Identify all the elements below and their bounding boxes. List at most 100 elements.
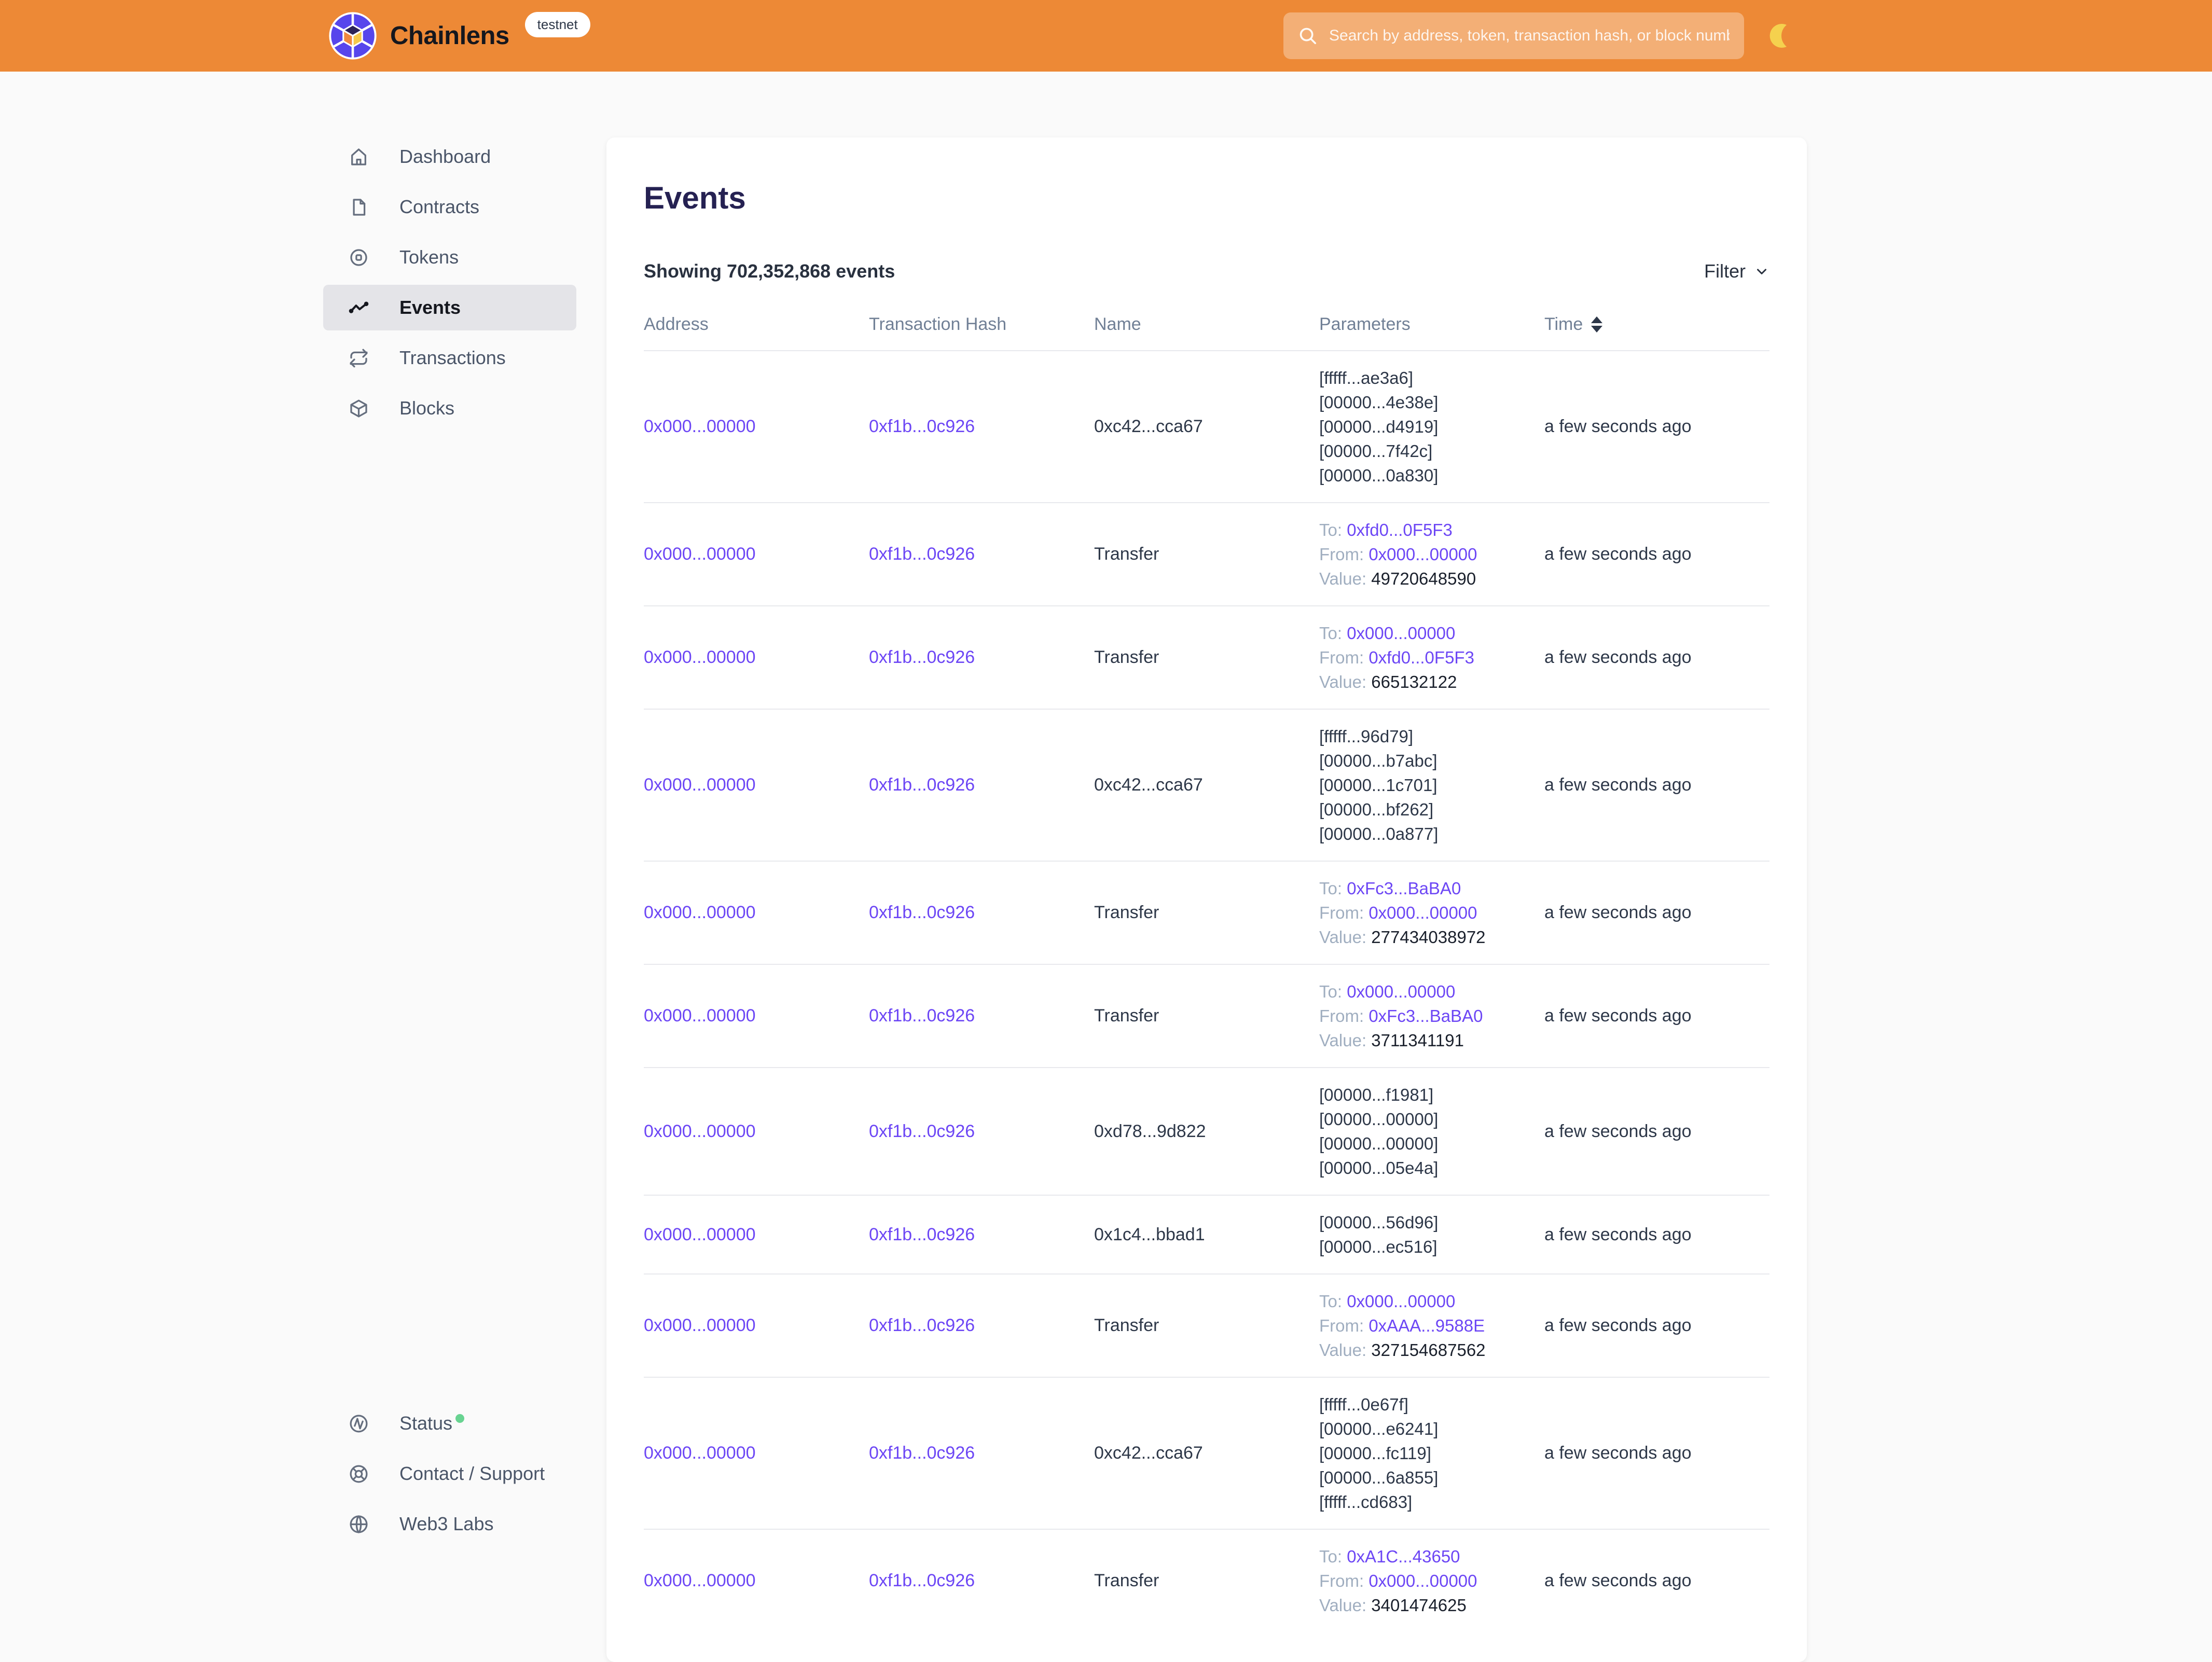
tx-hash-link[interactable]: 0xf1b...0c926 [869, 544, 975, 564]
dark-mode-toggle-moon-icon[interactable] [1768, 22, 1796, 50]
tx-hash-link[interactable]: 0xf1b...0c926 [869, 1225, 975, 1244]
home-icon [348, 146, 369, 168]
sidebar-item-tokens[interactable]: Tokens [323, 234, 576, 280]
param-address-link[interactable]: 0xFc3...BaBA0 [1347, 879, 1461, 898]
page-title: Events [644, 180, 1769, 216]
tx-hash-link[interactable]: 0xf1b...0c926 [869, 417, 975, 436]
event-name: Transfer [1094, 544, 1159, 564]
param-address-link[interactable]: 0x000...00000 [1368, 545, 1477, 564]
parameter-item: [00000...bf262] [1319, 797, 1534, 822]
parameter-line: Value: 327154687562 [1319, 1338, 1534, 1362]
address-link[interactable]: 0x000...00000 [644, 647, 756, 667]
sidebar-item-label: Status [399, 1412, 464, 1434]
parameters: To: 0x000...00000From: 0xfd0...0F5F3Valu… [1319, 621, 1534, 694]
sidebar-item-events[interactable]: Events [323, 285, 576, 330]
address-link[interactable]: 0x000...00000 [644, 1121, 756, 1141]
address-link[interactable]: 0x000...00000 [644, 1443, 756, 1463]
parameter-item: [00000...ec516] [1319, 1235, 1534, 1259]
param-value: 327154687562 [1371, 1340, 1485, 1360]
sidebar-item-contact-support[interactable]: Contact / Support [323, 1451, 576, 1497]
parameter-item: [00000...6a855] [1319, 1465, 1534, 1490]
param-address-link[interactable]: 0x000...00000 [1347, 1292, 1455, 1311]
param-address-link[interactable]: 0x000...00000 [1347, 982, 1455, 1001]
parameters: To: 0x000...00000From: 0xAAA...9588EValu… [1319, 1289, 1534, 1362]
repeat-icon [348, 348, 369, 369]
event-name: Transfer [1094, 647, 1159, 667]
parameter-item: [fffff...0e67f] [1319, 1392, 1534, 1417]
param-address-link[interactable]: 0x000...00000 [1347, 624, 1455, 643]
table-row: 0x000...00000 0xf1b...0c926 Transfer To:… [644, 964, 1769, 1068]
parameter-line: From: 0xfd0...0F5F3 [1319, 645, 1534, 670]
address-link[interactable]: 0x000...00000 [644, 417, 756, 436]
parameters: [fffff...0e67f][00000...e6241][00000...f… [1319, 1392, 1534, 1514]
sidebar-item-label: Contracts [399, 196, 479, 218]
address-link[interactable]: 0x000...00000 [644, 1315, 756, 1335]
parameter-line: To: 0x000...00000 [1319, 1289, 1534, 1313]
param-address-link[interactable]: 0x000...00000 [1368, 903, 1477, 922]
time-ago: a few seconds ago [1544, 775, 1692, 795]
parameter-line: To: 0xA1C...43650 [1319, 1544, 1534, 1569]
address-link[interactable]: 0x000...00000 [644, 775, 756, 795]
tx-hash-link[interactable]: 0xf1b...0c926 [869, 903, 975, 922]
sidebar-item-blocks[interactable]: Blocks [323, 385, 576, 431]
parameter-item: [00000...00000] [1319, 1107, 1534, 1131]
table-row: 0x000...00000 0xf1b...0c926 0xc42...cca6… [644, 351, 1769, 503]
address-link[interactable]: 0x000...00000 [644, 1571, 756, 1590]
parameter-item: [00000...00000] [1319, 1131, 1534, 1156]
top-header: Chainlens testnet [0, 0, 2212, 72]
sidebar-item-label: Blocks [399, 397, 454, 419]
address-link[interactable]: 0x000...00000 [644, 544, 756, 564]
parameter-item: [00000...f1981] [1319, 1083, 1534, 1107]
param-address-link[interactable]: 0xA1C...43650 [1347, 1547, 1460, 1566]
events-card: Events Showing 702,352,868 events Filter… [606, 137, 1807, 1662]
search-icon [1298, 26, 1318, 46]
sidebar-item-contracts[interactable]: Contracts [323, 184, 576, 230]
time-ago: a few seconds ago [1544, 1571, 1692, 1590]
tx-hash-link[interactable]: 0xf1b...0c926 [869, 1443, 975, 1463]
tx-hash-link[interactable]: 0xf1b...0c926 [869, 1571, 975, 1590]
parameters: [fffff...ae3a6][00000...4e38e][00000...d… [1319, 366, 1534, 488]
parameter-item: [fffff...cd683] [1319, 1490, 1534, 1514]
sidebar-item-transactions[interactable]: Transactions [323, 335, 576, 381]
sidebar-item-dashboard[interactable]: Dashboard [323, 134, 576, 179]
table-row: 0x000...00000 0xf1b...0c926 0xd78...9d82… [644, 1068, 1769, 1195]
time-sort-icon[interactable] [1591, 316, 1602, 333]
sidebar-item-status[interactable]: Status [323, 1401, 576, 1446]
tx-hash-link[interactable]: 0xf1b...0c926 [869, 1121, 975, 1141]
chevron-down-icon [1754, 264, 1769, 279]
parameter-line: From: 0x000...00000 [1319, 542, 1534, 566]
param-address-link[interactable]: 0x000...00000 [1368, 1571, 1477, 1590]
parameter-item: [00000...b7abc] [1319, 749, 1534, 773]
filter-button[interactable]: Filter [1704, 260, 1769, 282]
address-link[interactable]: 0x000...00000 [644, 1006, 756, 1026]
sidebar-item-web3-labs[interactable]: Web3 Labs [323, 1501, 576, 1547]
events-table: Address Transaction Hash Name Parameters… [644, 314, 1769, 1632]
parameter-item: [00000...05e4a] [1319, 1156, 1534, 1180]
parameter-line: Value: 3711341191 [1319, 1028, 1534, 1052]
time-ago: a few seconds ago [1544, 647, 1692, 667]
parameter-line: From: 0x000...00000 [1319, 1569, 1534, 1593]
tx-hash-link[interactable]: 0xf1b...0c926 [869, 775, 975, 795]
time-ago: a few seconds ago [1544, 1315, 1692, 1335]
param-address-link[interactable]: 0xAAA...9588E [1368, 1316, 1485, 1335]
search-bar[interactable] [1283, 12, 1744, 59]
param-address-link[interactable]: 0xFc3...BaBA0 [1368, 1006, 1483, 1026]
search-input[interactable] [1329, 27, 1730, 45]
param-address-link[interactable]: 0xfd0...0F5F3 [1368, 648, 1474, 667]
filter-label: Filter [1704, 260, 1746, 282]
tx-hash-link[interactable]: 0xf1b...0c926 [869, 1006, 975, 1026]
tx-hash-link[interactable]: 0xf1b...0c926 [869, 1315, 975, 1335]
events-count-text: Showing 702,352,868 events [644, 260, 895, 282]
address-link[interactable]: 0x000...00000 [644, 1225, 756, 1244]
address-link[interactable]: 0x000...00000 [644, 903, 756, 922]
tx-hash-link[interactable]: 0xf1b...0c926 [869, 647, 975, 667]
table-row: 0x000...00000 0xf1b...0c926 Transfer To:… [644, 503, 1769, 606]
brand-home-link[interactable]: Chainlens testnet [329, 0, 590, 72]
column-header-address: Address [644, 314, 869, 351]
parameter-line: From: 0xAAA...9588E [1319, 1313, 1534, 1338]
param-address-link[interactable]: 0xfd0...0F5F3 [1347, 520, 1453, 539]
sidebar-nav: Dashboard Contracts Tokens Events Transa… [323, 134, 576, 436]
cube-icon [348, 398, 369, 419]
time-ago: a few seconds ago [1544, 1225, 1692, 1244]
time-ago: a few seconds ago [1544, 417, 1692, 436]
